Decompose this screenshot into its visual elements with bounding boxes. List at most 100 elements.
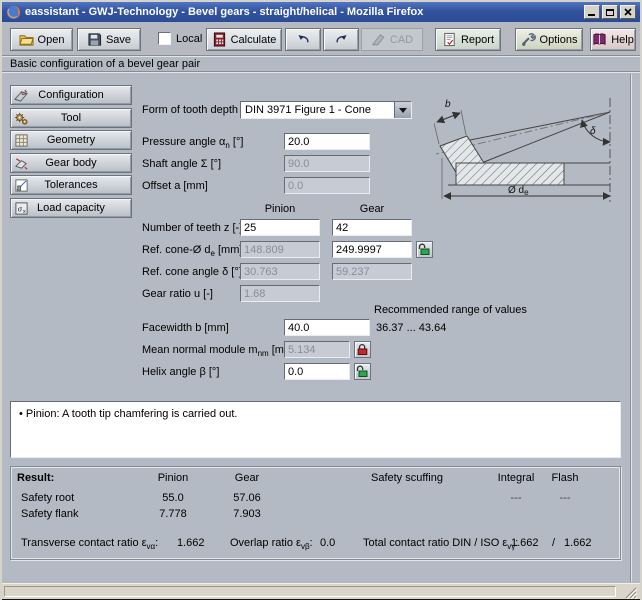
save-floppy-icon [87, 32, 102, 47]
report-button[interactable]: Report [435, 28, 501, 51]
helix-angle-input[interactable] [284, 363, 350, 380]
result-pinion-header: Pinion [143, 472, 203, 484]
report-document-icon [442, 32, 457, 47]
result-gear-header: Gear [217, 472, 277, 484]
recommended-range-header: Recommended range of values [374, 304, 527, 316]
module-lock-button[interactable] [354, 341, 371, 358]
resize-grip[interactable] [624, 586, 637, 599]
sidebar-label: Geometry [47, 134, 95, 146]
redo-button[interactable] [323, 28, 359, 51]
window-title: eassistant - GWJ-Technology - Bevel gear… [25, 6, 584, 18]
save-label: Save [106, 34, 131, 46]
report-label: Report [461, 34, 494, 46]
ref-cone-diameter-lock-button[interactable] [416, 241, 433, 258]
minimize-icon [588, 14, 595, 16]
sidebar-label: Tool [61, 112, 81, 124]
sidebar-item-configuration[interactable]: Configuration [10, 85, 132, 105]
divider [2, 71, 640, 73]
sidebar-item-tolerances[interactable]: Tolerances [10, 175, 132, 195]
content-right-edge [630, 74, 632, 582]
ref-cone-angle-pinion-output [240, 263, 320, 280]
tooth-depth-label: Form of tooth depth [142, 104, 238, 116]
local-label: Local [176, 33, 202, 45]
maximize-button[interactable] [602, 5, 618, 19]
helix-lock-button[interactable] [354, 363, 371, 380]
message-box: • Pinion: A tooth tip chamfering is carr… [10, 401, 621, 458]
sidebar-item-tool[interactable]: Tool [10, 108, 132, 128]
undo-arrow-icon [296, 32, 311, 47]
shaft-angle-output [284, 155, 370, 172]
tolerances-chart-icon [14, 178, 29, 193]
result-title: Result: [17, 472, 54, 484]
safety-root-integral: --- [493, 492, 539, 504]
pressure-angle-label: Pressure angle αn [°] [142, 136, 243, 148]
svg-text:δ: δ [590, 126, 596, 137]
cad-label: CAD [390, 34, 413, 46]
teeth-gear-input[interactable] [332, 219, 412, 236]
transverse-contact-ratio-label: Transverse contact ratio εvα: [21, 537, 158, 549]
options-button[interactable]: Options [515, 28, 583, 51]
save-button[interactable]: Save [77, 28, 141, 51]
mean-normal-module-output [284, 341, 350, 358]
gears-icon [14, 111, 29, 126]
svg-text:b: b [445, 99, 451, 110]
helix-angle-label: Helix angle β [°] [142, 366, 219, 378]
status-text-field [4, 586, 616, 597]
lock-open-green-icon [418, 243, 431, 256]
total-contact-ratio-separator: / [552, 537, 555, 549]
total-contact-ratio-label: Total contact ratio DIN / ISO εvγ: [363, 537, 518, 549]
sidebar-item-geometry[interactable]: Geometry [10, 130, 132, 150]
transverse-contact-ratio-value: 1.662 [177, 537, 205, 549]
ref-cone-diameter-gear-input[interactable] [332, 241, 412, 258]
safety-flank-gear: 7.903 [217, 508, 277, 520]
options-wrench-icon [521, 32, 536, 47]
cad-button[interactable]: CAD [361, 28, 423, 51]
teeth-pinion-input[interactable] [240, 219, 320, 236]
ref-cone-diameter-label: Ref. cone-Ø de [mm] [142, 244, 242, 256]
minimize-button[interactable] [584, 5, 600, 19]
open-button[interactable]: Open [10, 28, 73, 51]
pressure-angle-input[interactable] [284, 133, 370, 150]
toolbar: Open Save Local Calculate [2, 24, 640, 55]
svg-text:x: x [23, 209, 26, 215]
close-icon [624, 8, 632, 16]
close-button[interactable] [620, 5, 636, 19]
load-capacity-icon: σx [14, 201, 29, 216]
calculator-icon [212, 32, 227, 47]
facewidth-input[interactable] [284, 319, 370, 336]
local-checkbox[interactable] [158, 32, 171, 45]
redo-arrow-icon [334, 32, 349, 47]
safety-root-pinion: 55.0 [143, 492, 203, 504]
overlap-ratio-value: 0.0 [320, 537, 335, 549]
safety-root-label: Safety root [21, 492, 74, 504]
pinion-column-header: Pinion [240, 203, 320, 215]
help-button[interactable]: Help [590, 28, 636, 51]
sidebar-item-gear-body[interactable]: Gear body [10, 153, 132, 173]
help-label: Help [611, 34, 634, 46]
gear-body-icon [14, 156, 29, 171]
tooth-depth-select[interactable]: DIN 3971 Figure 1 - Cone [240, 101, 412, 119]
lock-closed-red-icon [356, 343, 369, 356]
total-contact-ratio-din: 1.662 [511, 537, 539, 549]
teeth-label: Number of teeth z [-] [142, 222, 242, 234]
mean-normal-module-label: Mean normal module mnm [mm] [142, 344, 296, 356]
gear-column-header: Gear [332, 203, 412, 215]
options-label: Options [540, 34, 578, 46]
sidebar-label: Configuration [38, 89, 103, 101]
gear-ratio-output [240, 285, 320, 302]
application-window: eassistant - GWJ-Technology - Bevel gear… [0, 0, 642, 600]
section-title: Basic configuration of a bevel gear pair [10, 58, 200, 70]
safety-root-gear: 57.06 [217, 492, 277, 504]
open-label: Open [38, 34, 65, 46]
facewidth-label: Facewidth b [mm] [142, 322, 229, 334]
grid-icon [14, 133, 29, 148]
calculate-button[interactable]: Calculate [206, 28, 282, 51]
undo-button[interactable] [285, 28, 321, 51]
ref-cone-diameter-pinion-output [240, 241, 320, 258]
help-book-icon [592, 32, 607, 47]
sidebar-label: Load capacity [37, 202, 105, 214]
sidebar-item-load-capacity[interactable]: σx Load capacity [10, 198, 132, 218]
ref-cone-angle-gear-output [332, 263, 412, 280]
safety-root-flash: --- [544, 492, 586, 504]
bevel-gear-diagram: b δ Ø de [434, 96, 630, 206]
